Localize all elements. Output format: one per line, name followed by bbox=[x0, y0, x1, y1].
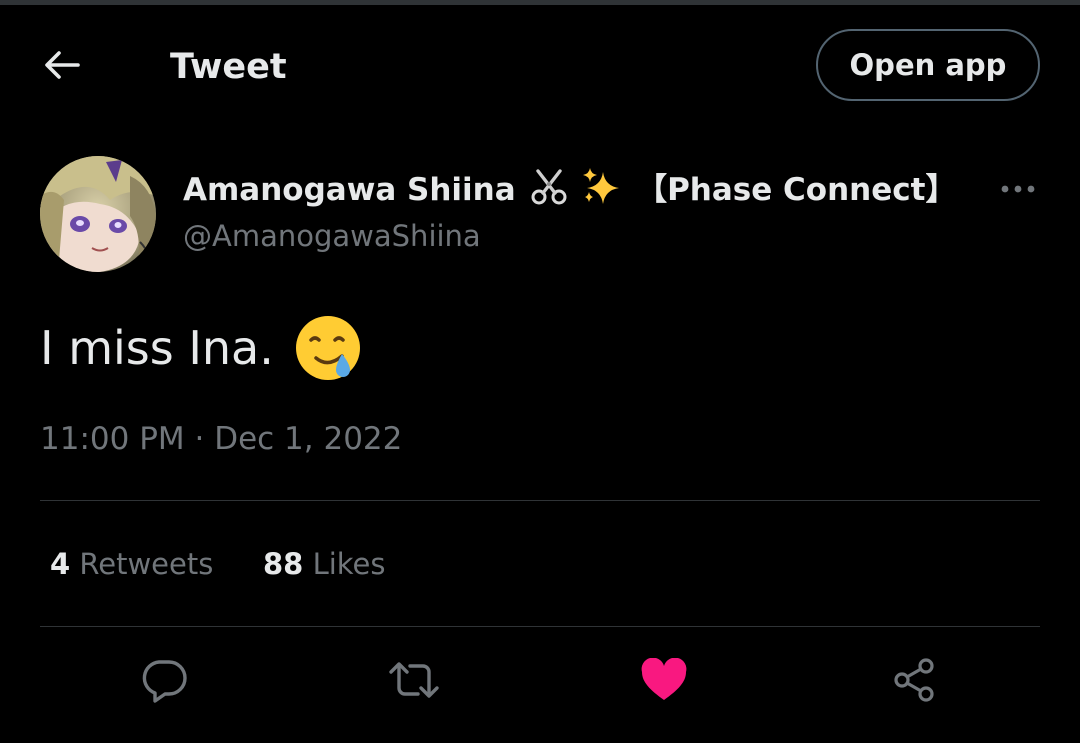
arrow-left-icon bbox=[44, 50, 80, 84]
author-display-name[interactable]: Amanogawa Shiina 【Phase Connect】 bbox=[183, 166, 956, 217]
open-app-button[interactable]: Open app bbox=[816, 29, 1040, 101]
retweets-label: Retweets bbox=[79, 547, 214, 581]
page-title: Tweet bbox=[170, 47, 287, 87]
likes-stat[interactable]: 88 Likes bbox=[263, 542, 386, 586]
share-icon bbox=[890, 656, 938, 708]
top-header: Tweet Open app bbox=[0, 5, 1080, 123]
like-button[interactable] bbox=[634, 654, 694, 710]
retweets-stat[interactable]: 4 Retweets bbox=[50, 542, 213, 586]
tweet-timestamp: 11:00 PM · Dec 1, 2022 bbox=[40, 418, 402, 460]
retweet-button[interactable] bbox=[384, 654, 444, 710]
retweet-icon bbox=[386, 656, 442, 708]
likes-count: 88 bbox=[263, 547, 304, 581]
divider bbox=[40, 500, 1040, 501]
retweets-count: 4 bbox=[50, 547, 71, 581]
sparkles-icon bbox=[581, 166, 623, 217]
tweet-text: I miss Ina. bbox=[40, 314, 362, 382]
back-button[interactable] bbox=[38, 49, 86, 85]
scissors-icon bbox=[530, 168, 568, 217]
author-name-suffix: 【Phase Connect】 bbox=[636, 172, 957, 208]
more-dots-icon bbox=[1000, 179, 1036, 198]
tweet-text-content: I miss Ina. bbox=[40, 321, 274, 375]
tweet-date[interactable]: Dec 1, 2022 bbox=[214, 421, 402, 457]
avatar[interactable] bbox=[40, 156, 156, 272]
tweet-time[interactable]: 11:00 PM bbox=[40, 421, 185, 457]
reply-icon bbox=[139, 656, 189, 708]
face-holding-back-tears-icon bbox=[294, 314, 362, 382]
more-options-button[interactable] bbox=[996, 172, 1040, 204]
timestamp-separator: · bbox=[194, 421, 205, 457]
likes-label: Likes bbox=[312, 547, 386, 581]
author-name-text: Amanogawa Shiina bbox=[183, 172, 516, 208]
reply-button[interactable] bbox=[134, 654, 194, 710]
author-handle[interactable]: @AmanogawaShiina bbox=[183, 216, 481, 256]
heart-filled-icon bbox=[640, 657, 688, 706]
share-button[interactable] bbox=[884, 654, 944, 710]
divider bbox=[40, 626, 1040, 627]
